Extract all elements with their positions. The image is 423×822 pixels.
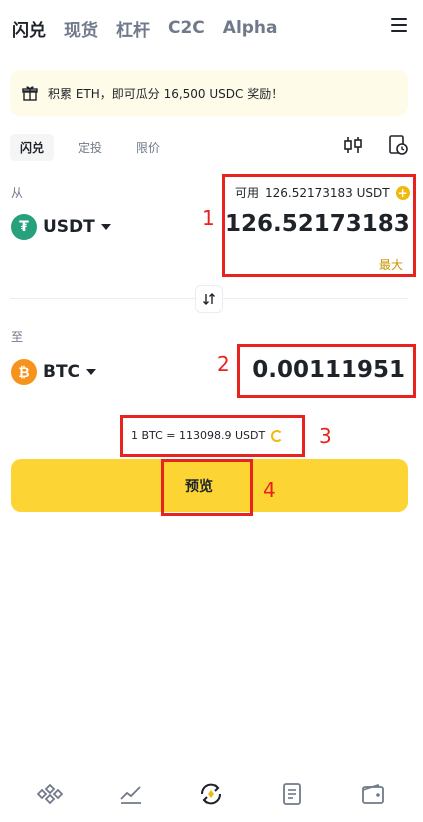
rate-text: 1 BTC = 113098.9 USDT	[131, 429, 266, 442]
bottom-nav	[0, 766, 423, 822]
available-value: 126.52173183 USDT	[265, 185, 390, 200]
tether-logo-icon: ₮	[11, 214, 37, 240]
to-amount-input[interactable]: 0.00111951	[235, 357, 405, 383]
chevron-down-icon	[86, 369, 97, 375]
menu-icon[interactable]	[391, 18, 407, 34]
to-coin-selector[interactable]: ₿ BTC	[11, 359, 97, 385]
tab-spot[interactable]: 现货	[64, 16, 98, 41]
from-coin-selector[interactable]: ₮ USDT	[11, 214, 111, 240]
available-label: 可用	[235, 186, 260, 200]
trade-icon[interactable]	[198, 781, 224, 807]
from-coin-name: USDT	[43, 217, 95, 237]
available-balance: 可用 126.52173183 USDT +	[235, 184, 410, 201]
max-button[interactable]: 最大	[379, 256, 403, 273]
exchange-rate: 1 BTC = 113098.9 USDT	[131, 429, 284, 442]
annotation-number-4: 4	[263, 478, 276, 502]
plus-icon[interactable]: +	[395, 185, 410, 200]
subtab-limit[interactable]: 限价	[126, 134, 170, 161]
tab-alpha[interactable]: Alpha	[223, 18, 278, 38]
preview-button-label: 预览	[185, 479, 213, 495]
wallet-icon[interactable]	[360, 781, 386, 807]
bitcoin-logo-icon: ₿	[11, 359, 37, 385]
tab-convert[interactable]: 闪兑	[12, 16, 46, 41]
tab-c2c[interactable]: C2C	[168, 18, 205, 38]
gift-icon	[22, 86, 38, 101]
candlestick-icon[interactable]	[342, 134, 364, 156]
banner-text: 积累 ETH，即可瓜分 16,500 USDC 奖励！	[48, 86, 284, 101]
tab-margin[interactable]: 杠杆	[116, 16, 150, 41]
order-history-icon[interactable]	[387, 134, 409, 156]
swap-direction-icon	[203, 293, 215, 305]
orders-icon[interactable]	[279, 781, 305, 807]
sub-tabs: 闪兑 定投 限价	[10, 134, 184, 161]
to-coin-name: BTC	[43, 362, 81, 382]
subtab-recurring[interactable]: 定投	[68, 134, 112, 161]
top-nav: 闪兑 现货 杠杆 C2C Alpha	[0, 0, 423, 56]
to-label: 至	[11, 330, 24, 344]
promo-banner[interactable]: 积累 ETH，即可瓜分 16,500 USDC 奖励！	[10, 70, 408, 116]
markets-icon[interactable]	[118, 781, 144, 807]
annotation-number-2: 2	[217, 352, 230, 376]
from-amount-input[interactable]: 126.52173183	[225, 211, 410, 237]
annotation-number-3: 3	[319, 424, 332, 448]
subtab-convert[interactable]: 闪兑	[10, 134, 55, 161]
refresh-spinner-icon	[271, 429, 284, 442]
from-label: 从	[11, 186, 24, 200]
chevron-down-icon	[100, 224, 111, 230]
home-icon[interactable]	[37, 781, 64, 807]
annotation-number-1: 1	[202, 206, 215, 230]
swap-direction-button[interactable]	[195, 285, 223, 313]
